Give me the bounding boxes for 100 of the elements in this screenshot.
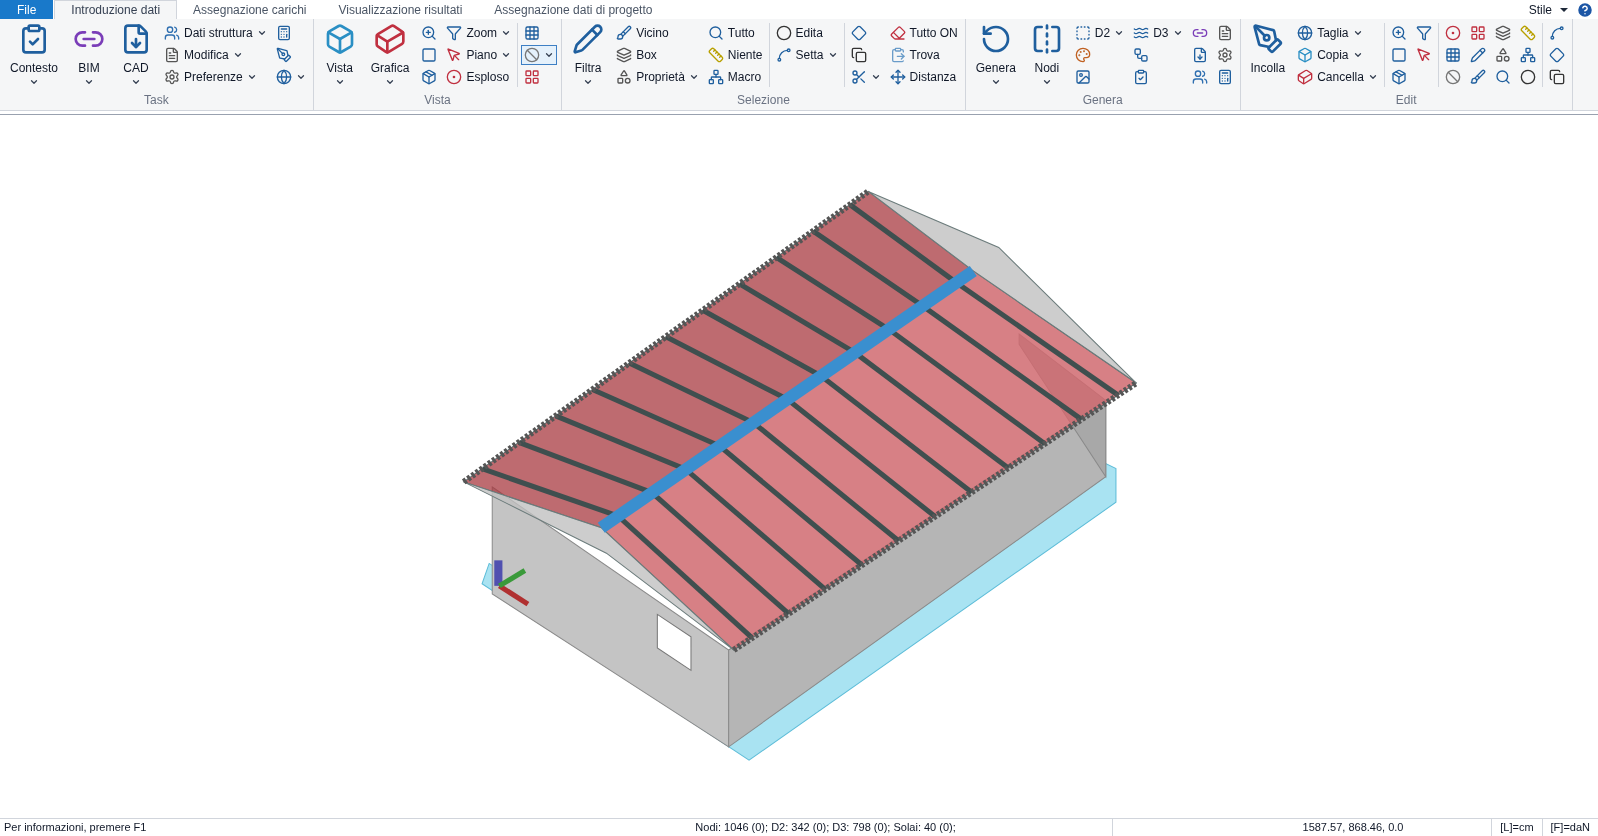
move-icon: [889, 69, 906, 85]
layers-icon: [1494, 25, 1511, 41]
palette-icon: [1074, 47, 1091, 63]
ribbon-button[interactable]: Copia: [1294, 45, 1381, 65]
wave-icon: [1133, 25, 1150, 41]
ribbon-button[interactable]: Macro: [704, 67, 766, 87]
caret-icon: [583, 77, 594, 87]
caret-icon: [1041, 77, 1052, 87]
ribbon-button[interactable]: Box: [613, 45, 702, 65]
pointer-icon: [1415, 47, 1432, 63]
ribbon-large-button[interactable]: BIM: [67, 19, 112, 91]
ribbon-button[interactable]: Distanza: [886, 67, 961, 87]
caret-icon: [256, 28, 267, 38]
ribbon-button[interactable]: Zoom: [443, 23, 515, 43]
settings-icon: [164, 69, 181, 85]
group-label: Selezione: [736, 92, 791, 109]
ribbon-button[interactable]: Preferenze: [161, 67, 270, 87]
ribbon-large-button[interactable]: Nodi: [1024, 19, 1069, 91]
network-icon: [707, 69, 724, 85]
ribbon-button[interactable]: Tutto ON: [886, 23, 961, 43]
caret-icon: [827, 50, 838, 60]
pen-icon: [275, 47, 292, 63]
caret-icon: [1172, 28, 1183, 38]
ribbon-button[interactable]: Edita: [772, 23, 841, 43]
caret-icon: [990, 77, 1001, 87]
ruler-icon: [707, 47, 724, 63]
pencil-icon: [572, 23, 605, 55]
caret-icon: [870, 72, 881, 82]
ribbon-large-button[interactable]: Vista: [317, 19, 362, 91]
document-icon: [1216, 25, 1233, 41]
ribbon-button[interactable]: Tutto: [704, 23, 766, 43]
file-tab[interactable]: File: [0, 0, 54, 19]
pointer-icon: [446, 47, 463, 63]
caret-icon: [29, 77, 39, 87]
caret-icon: [1367, 72, 1378, 82]
caret-icon: [232, 50, 243, 60]
eraser-icon: [889, 25, 906, 41]
ribbon-button[interactable]: Dati struttura: [161, 23, 270, 43]
ribbon-large-button[interactable]: Contesto: [4, 19, 65, 91]
nodes-icon: [1133, 47, 1150, 63]
status-counts: Nodi: 1046 (0); D2: 342 (0); D3: 798 (0); Solai: 40 (0);: [695, 819, 1113, 836]
circle-icon: [1519, 69, 1536, 85]
status-coordinates: 1587.57, 868.46, 0.0: [1301, 820, 1405, 836]
ribbon-large-button[interactable]: Filtra: [566, 19, 611, 91]
status-length-unit: [L]=cm: [1491, 819, 1542, 836]
package-icon: [421, 69, 438, 85]
caret-icon: [295, 72, 306, 82]
clipboard-check-icon: [1133, 69, 1150, 85]
ribbon-button[interactable]: Cancella: [1294, 67, 1381, 87]
status-force-unit: [F]=daN: [1541, 819, 1598, 836]
ribbon-button[interactable]: Niente: [704, 45, 766, 65]
ribbon-button[interactable]: Trova: [886, 45, 961, 65]
caret-icon: [84, 77, 95, 87]
ribbon-button[interactable]: Vicino: [613, 23, 702, 43]
ribbon-tab[interactable]: Assegnazione dati di progetto: [478, 0, 669, 19]
ribbon-large-button[interactable]: Genera: [969, 19, 1022, 91]
ribbon-button[interactable]: Piano: [443, 45, 515, 65]
search-icon: [707, 25, 724, 41]
caret-icon: [246, 72, 257, 82]
circle-icon: [524, 47, 541, 63]
ribbon-button[interactable]: D2: [1071, 23, 1128, 43]
document-icon: [1191, 47, 1208, 63]
copy-icon: [1548, 69, 1565, 85]
grid-icon: [1444, 47, 1461, 63]
ribbon-button[interactable]: Setta: [772, 45, 841, 65]
pen-icon: [1251, 23, 1284, 55]
caret-icon: [1560, 7, 1568, 12]
ribbon-button[interactable]: Taglia: [1294, 23, 1381, 43]
filter-icon: [1415, 25, 1432, 41]
circle-icon: [1444, 69, 1461, 85]
ribbon-button[interactable]: Modifica: [161, 45, 270, 65]
settings-icon: [1216, 47, 1233, 63]
style-menu[interactable]: Stile: [1520, 0, 1576, 19]
globe-icon: [275, 69, 292, 85]
zoom-icon: [1390, 25, 1407, 41]
caret-icon: [688, 72, 699, 82]
ribbon-tab[interactable]: Visualizzazione risultati: [322, 0, 479, 19]
ribbon-button[interactable]: Esploso: [443, 67, 515, 87]
ribbon-large-button[interactable]: CAD: [114, 19, 159, 91]
cube-icon: [1297, 69, 1314, 85]
ribbon-large-button[interactable]: Grafica: [364, 19, 416, 91]
clipboard-icon: [889, 47, 906, 63]
caret-icon: [385, 77, 396, 87]
group-label: Genera: [1081, 92, 1124, 109]
ribbon-tab[interactable]: Assegnazione carichi: [177, 0, 323, 19]
package-icon: [1390, 69, 1407, 85]
ribbon-button[interactable]: D3: [1130, 23, 1186, 43]
grid-icon: [1469, 25, 1486, 41]
ribbon-tab[interactable]: Introduzione dati: [54, 0, 178, 19]
calculator-icon: [275, 25, 292, 41]
caret-icon: [1114, 28, 1125, 38]
diamond-icon: [850, 25, 867, 41]
caret-icon: [501, 50, 512, 60]
ribbon-large-button[interactable]: Incolla: [1244, 19, 1292, 91]
globe-icon: [1297, 25, 1314, 41]
square-icon: [1074, 25, 1091, 41]
ribbon-button[interactable]: Proprietà: [613, 67, 702, 87]
group-label: Task: [143, 92, 170, 109]
brush-icon: [1469, 69, 1486, 85]
cube-icon: [374, 23, 407, 55]
